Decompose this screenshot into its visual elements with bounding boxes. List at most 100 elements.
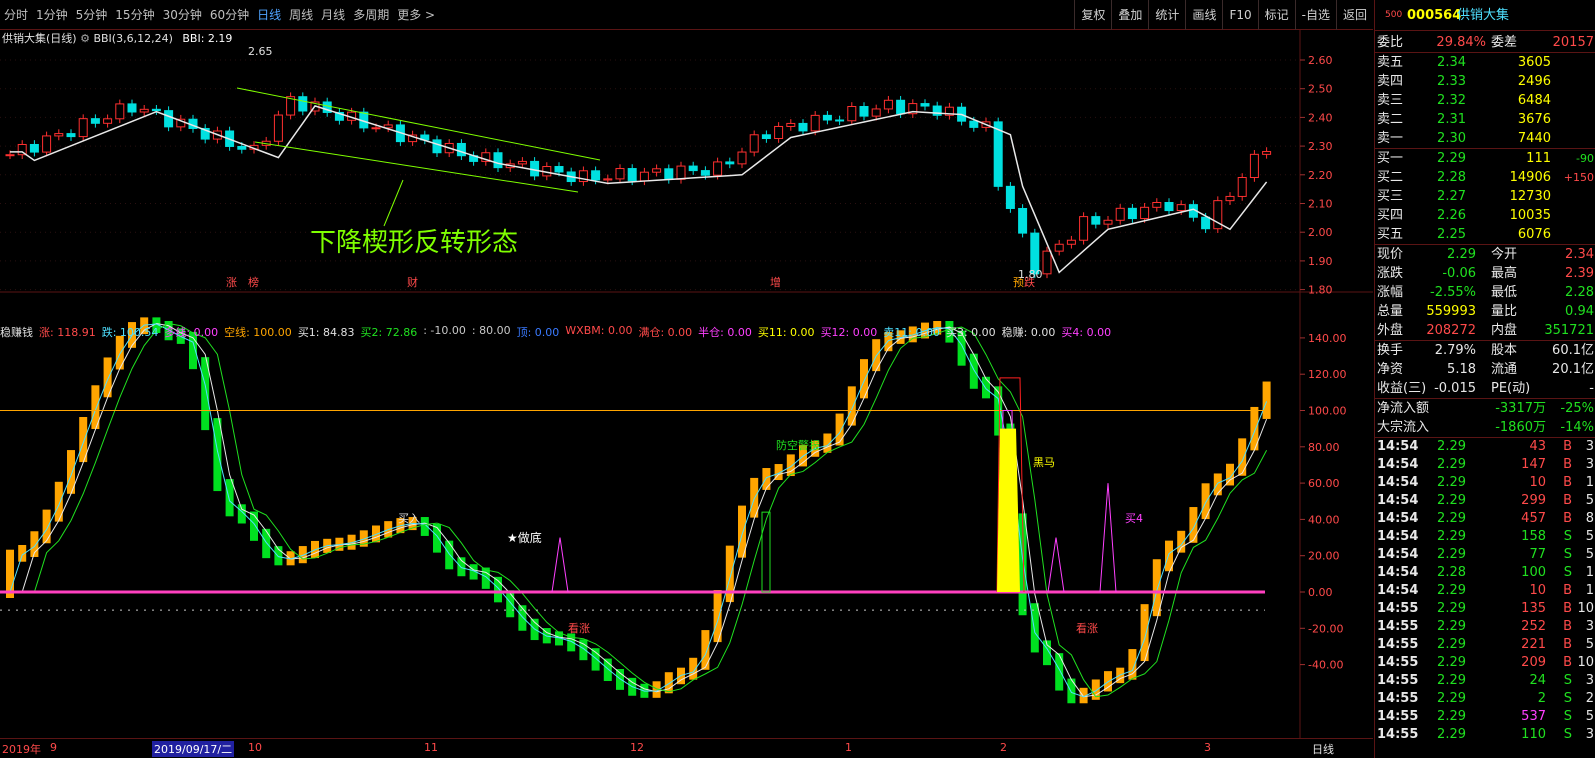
period-tab-10[interactable]: 更多 >: [393, 0, 439, 30]
candle: [1127, 207, 1137, 220]
tick-vol: 252: [1521, 619, 1546, 634]
period-indicator[interactable]: 日线: [1312, 741, 1334, 757]
indicator-block: [969, 353, 978, 389]
tick-vol: 158: [1521, 529, 1546, 544]
stat-label: 涨幅: [1377, 285, 1404, 300]
event-mark-1[interactable]: 榜: [248, 275, 259, 289]
price-header: 供销大集(日线) ⚙ BBI(3,6,12,24) BBI: 2.19: [2, 30, 232, 46]
indicator-block: [506, 590, 515, 618]
ask-vol: 3676: [1517, 112, 1551, 127]
tick-vol: 209: [1521, 655, 1546, 670]
candle: [713, 161, 723, 176]
tick-side: B: [1563, 439, 1572, 454]
stat-value: 2.39: [1565, 266, 1594, 281]
period-tab-5[interactable]: 60分钟: [206, 0, 253, 30]
indicator-value-12: 半仓: 0.00: [698, 326, 752, 339]
tool-button-6[interactable]: -自选: [1294, 0, 1336, 30]
tick-row-11: 14:55 2.29 221 B 5: [1375, 636, 1595, 654]
ask-row-2: 卖三 2.32 6484: [1375, 91, 1595, 110]
period-tab-8[interactable]: 月线: [317, 0, 349, 30]
tick-count: 3: [1585, 619, 1594, 634]
candle: [42, 135, 52, 153]
ask-vol: 3605: [1517, 55, 1551, 70]
stat-label: 总量: [1377, 304, 1404, 319]
tick-count: 3: [1585, 457, 1594, 472]
bid-vol: 10035: [1509, 208, 1551, 223]
event-mark-3[interactable]: 增: [770, 275, 781, 289]
kline-chart[interactable]: 2.60 2.50 2.40 2.30 2.20 2.10 2.00 1.90 1.80 140.…: [0, 30, 1373, 738]
tick-price: 2.29: [1437, 655, 1466, 670]
indicator-line-1: [9, 323, 1268, 698]
tick-price: 2.29: [1437, 619, 1466, 634]
ask-price: 2.32: [1437, 93, 1466, 108]
stat-value: -2.55%: [1430, 285, 1476, 300]
tool-button-1[interactable]: 叠加: [1111, 0, 1148, 30]
candle: [1140, 206, 1150, 220]
event-mark-0[interactable]: 涨: [226, 276, 237, 289]
period-tab-9[interactable]: 多周期: [349, 0, 393, 30]
period-tab-2[interactable]: 5分钟: [72, 0, 112, 30]
tick-side: B: [1563, 637, 1572, 652]
tool-button-5[interactable]: 标记: [1257, 0, 1295, 30]
tick-count: 3: [1585, 673, 1594, 688]
bbi-icon[interactable]: ⚙: [80, 32, 90, 45]
stat-value: 20.1亿: [1552, 362, 1594, 377]
buy4-label: 买4: [1125, 512, 1143, 525]
indicator-name[interactable]: BBI(3,6,12,24): [93, 32, 172, 45]
tool-button-7[interactable]: 返回: [1335, 0, 1373, 30]
period-tab-7[interactable]: 周线: [285, 0, 317, 30]
tick-row-13: 14:55 2.29 24 S 3: [1375, 672, 1595, 690]
bid-price: 2.28: [1437, 170, 1466, 185]
tick-row-3: 14:54 2.29 299 B 5: [1375, 492, 1595, 510]
tool-button-0[interactable]: 复权: [1074, 0, 1111, 30]
tool-button-2[interactable]: 统计: [1148, 0, 1185, 30]
tick-price: 2.29: [1437, 637, 1466, 652]
period-tab-4[interactable]: 30分钟: [159, 0, 206, 30]
candle: [676, 165, 686, 180]
candle: [493, 152, 503, 169]
tick-side: B: [1563, 655, 1572, 670]
price-tick-label: 1.80: [1308, 284, 1333, 297]
stat-row-0: 现价 2.29 今开 2.34: [1375, 245, 1595, 264]
bid-vol: 14906: [1509, 170, 1551, 185]
indicator-line-2: [10, 323, 1268, 698]
tick-price: 2.29: [1437, 475, 1466, 490]
chart-area[interactable]: 2.60 2.50 2.40 2.30 2.20 2.10 2.00 1.90 1.80 140.…: [0, 30, 1373, 738]
bid-label: 买三: [1377, 189, 1404, 204]
period-tab-0[interactable]: 分时: [0, 0, 32, 30]
tick-count: 10: [1577, 655, 1594, 670]
tick-side: S: [1563, 529, 1572, 544]
period-tab-6[interactable]: 日线: [253, 0, 285, 30]
tool-button-4[interactable]: F10: [1222, 0, 1257, 30]
period-tab-1[interactable]: 1分钟: [32, 0, 72, 30]
period-tab-3[interactable]: 15分钟: [111, 0, 158, 30]
indicator-block: [1067, 678, 1076, 704]
candle: [5, 154, 15, 157]
ask-price: 2.34: [1437, 55, 1466, 70]
stat-value: -0.015: [1434, 381, 1476, 396]
tick-time: 14:55: [1377, 673, 1419, 688]
candle: [1005, 185, 1015, 209]
bid-price: 2.27: [1437, 189, 1466, 204]
tick-count: 5: [1585, 709, 1594, 724]
candle: [859, 106, 869, 117]
alert-bar: [761, 511, 771, 593]
indicator-block: [1213, 473, 1222, 496]
tick-vol: 10: [1529, 583, 1546, 598]
candle: [822, 114, 832, 121]
candle: [151, 108, 161, 112]
stat-row-4: 外盘 208272 内盘 351721: [1375, 321, 1595, 340]
wedge-upper-line: [236, 87, 601, 161]
tick-price: 2.29: [1437, 457, 1466, 472]
tick-side: B: [1563, 475, 1572, 490]
stat-value: -: [1589, 381, 1594, 396]
tick-row-12: 14:55 2.29 209 B 10: [1375, 654, 1595, 672]
stat-value: 2.79%: [1434, 343, 1476, 358]
stock-header: 500 000564 供销大集: [1375, 6, 1595, 25]
tool-button-3[interactable]: 画线: [1185, 0, 1222, 30]
tick-price: 2.29: [1437, 673, 1466, 688]
event-mark-2[interactable]: 财: [407, 275, 418, 289]
divider: [1375, 30, 1595, 31]
bid-row-2: 买三 2.27 12730: [1375, 187, 1595, 206]
stat-value: 559993: [1426, 304, 1476, 319]
